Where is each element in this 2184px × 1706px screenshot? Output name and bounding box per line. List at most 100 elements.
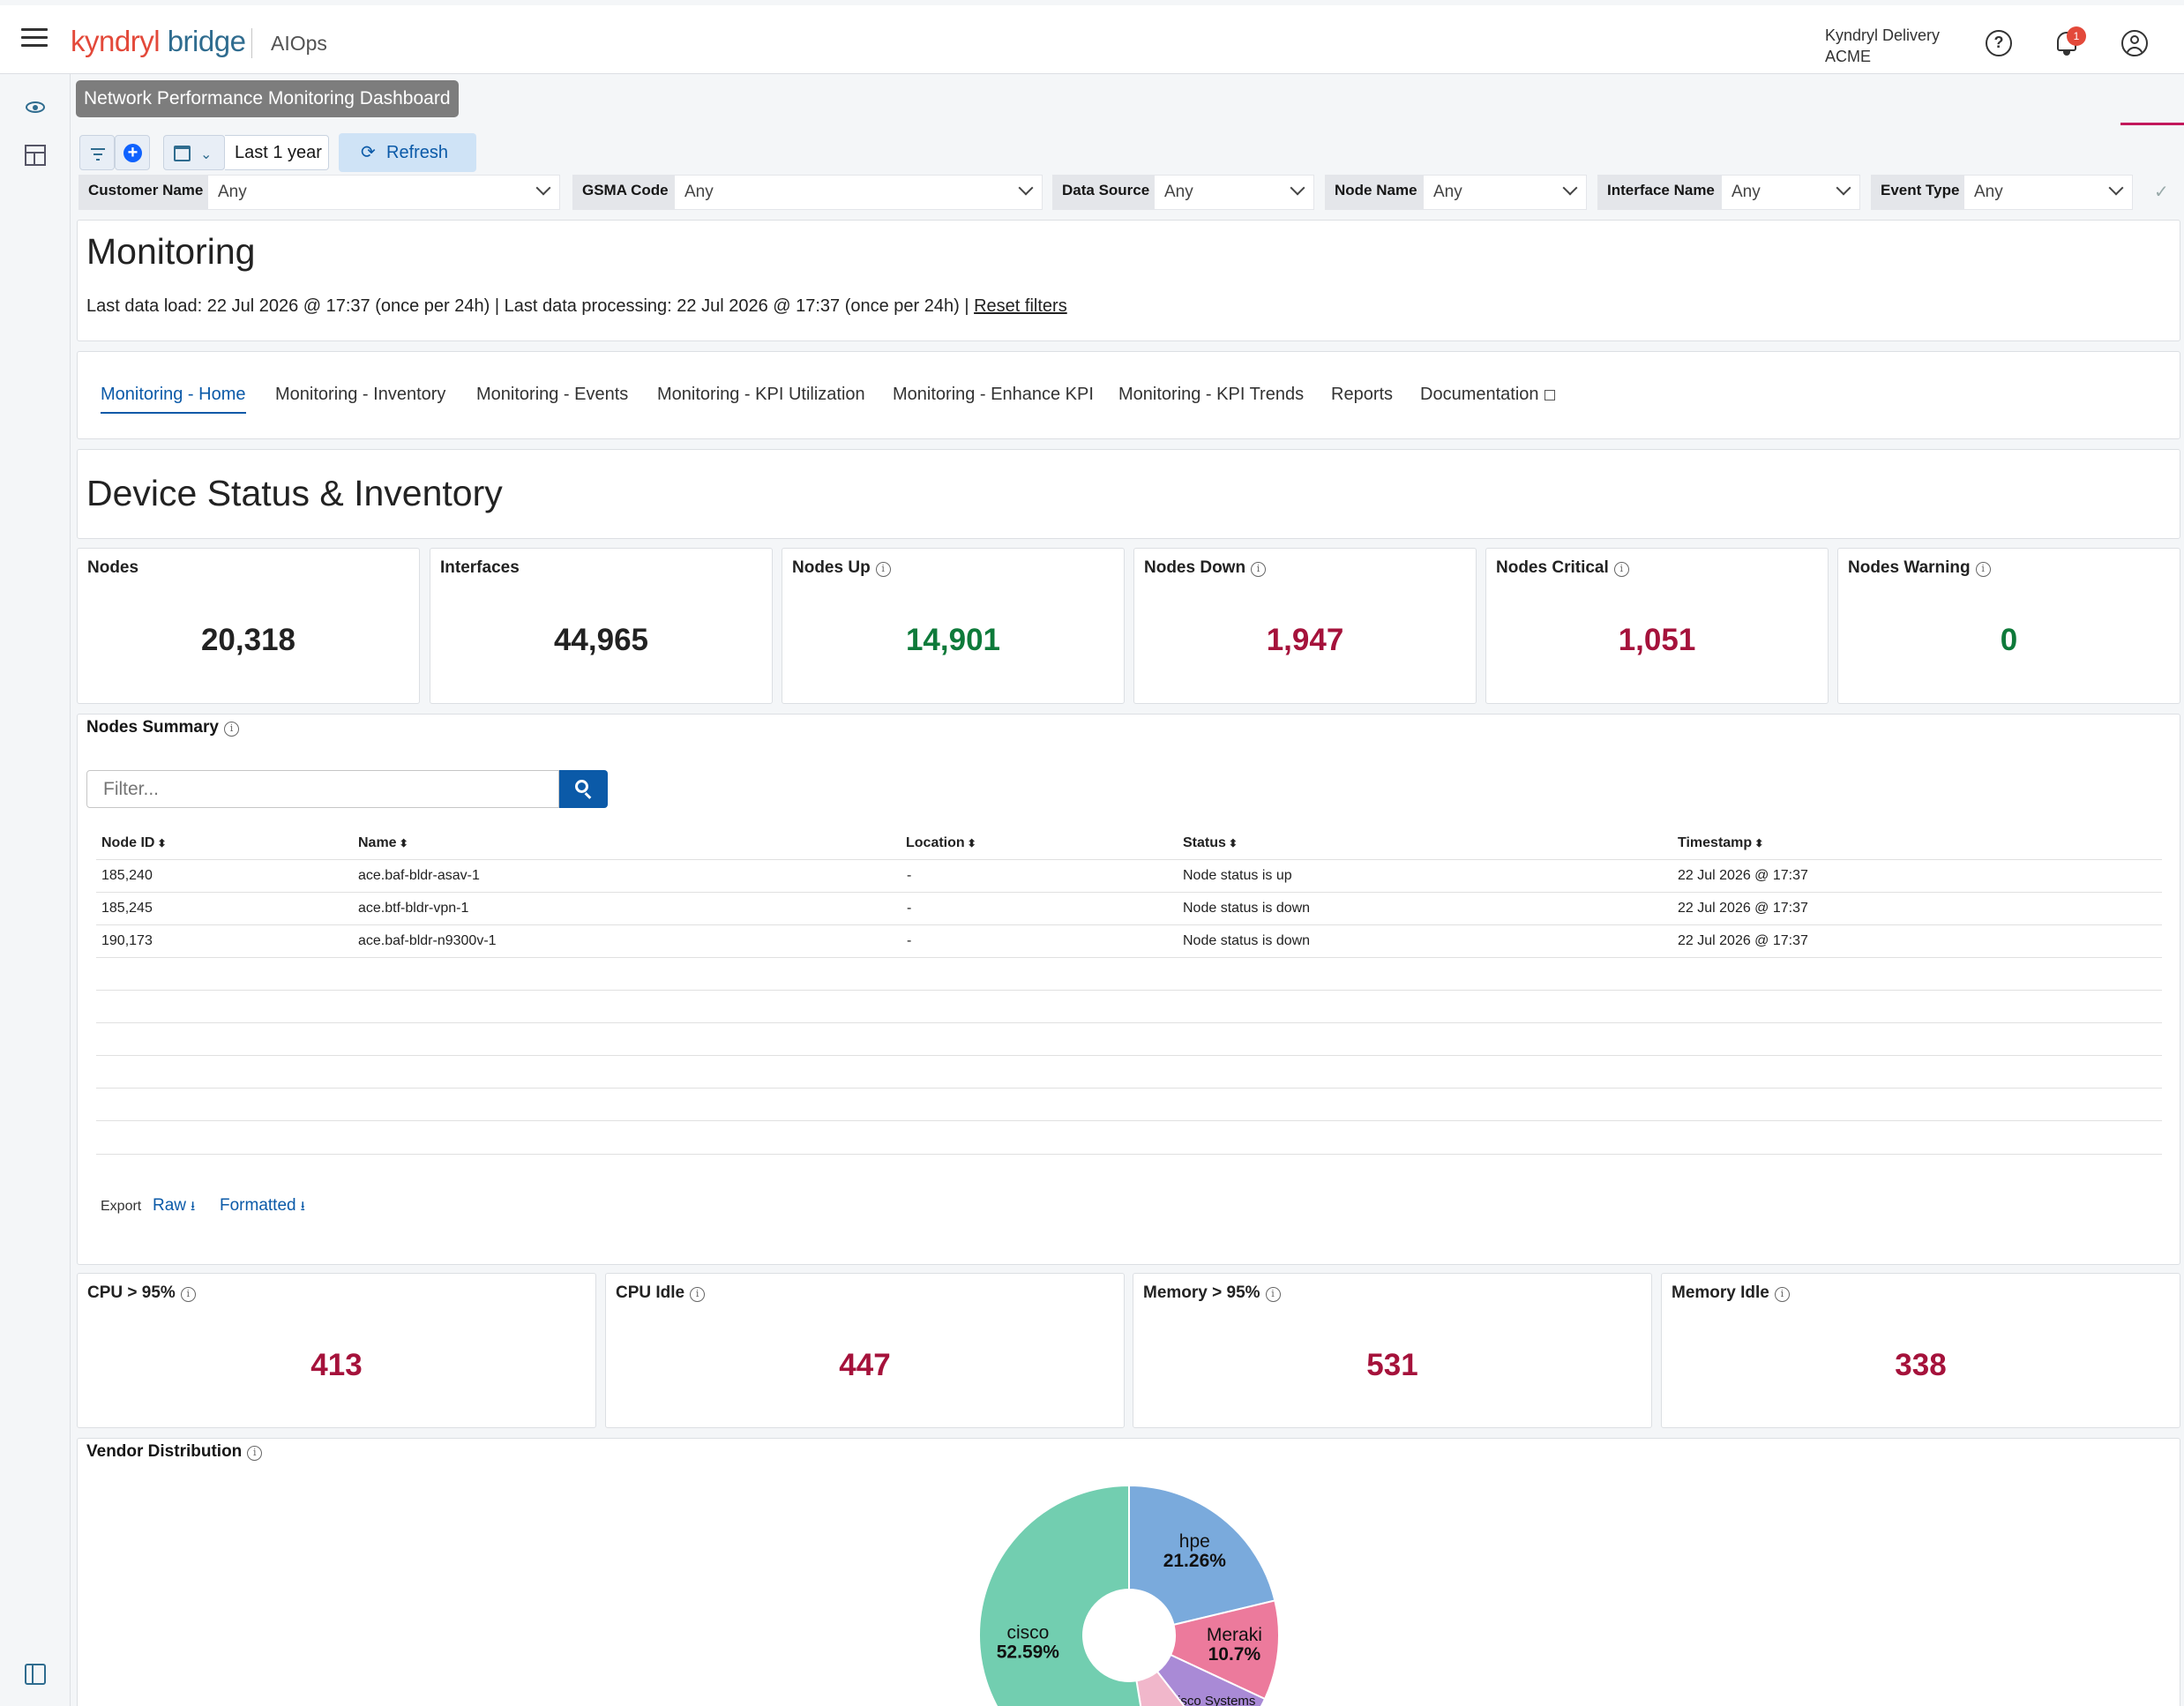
add-filter-button[interactable]: +	[115, 135, 150, 170]
pie-slice-cisco[interactable]	[978, 1484, 1154, 1706]
kpi-value: 44,965	[553, 623, 649, 657]
accent-line	[2120, 123, 2184, 125]
table-cell-timestamp: 22 Jul 2026 @ 17:37	[1678, 901, 1808, 916]
tab-monitoring-inventory[interactable]: Monitoring - Inventory	[275, 385, 445, 412]
table-empty-row-divider	[96, 1022, 2162, 1023]
kpi-value: 0	[2000, 623, 2018, 657]
filter-label-gsma-code: GSMA Code	[572, 175, 674, 210]
table-cell-location: -	[907, 901, 912, 916]
export-raw-link[interactable]: Raw ⭳	[153, 1196, 195, 1219]
kpi-label: Nodes Up i	[792, 558, 891, 578]
account-org: Kyndryl Delivery	[1825, 26, 1941, 44]
filter-label-data-source: Data Source	[1052, 175, 1154, 210]
time-range-selector[interactable]: Last 1 year	[225, 135, 329, 170]
table-cell-name: ace.baf-bldr-asav-1	[358, 868, 480, 883]
sort-icon: ⬍	[157, 837, 167, 849]
search-button[interactable]	[559, 770, 608, 808]
account-customer: ACME	[1825, 48, 1872, 65]
kpi-card-memory-idle: Memory Idle i 338	[1661, 1273, 2180, 1428]
kpi-label: Nodes Down i	[1144, 558, 1267, 578]
export-formatted-link[interactable]: Formatted ⭳	[220, 1196, 305, 1219]
kpi-value: 1,947	[1266, 623, 1344, 657]
vendor-pie-svg: hpe21.26%Meraki10.7%Cisco Systemscisco52…	[978, 1484, 1280, 1706]
tab-documentation[interactable]: Documentation	[1420, 385, 1555, 412]
info-icon[interactable]: i	[223, 722, 239, 737]
eye-icon[interactable]	[25, 97, 46, 118]
user-profile-icon[interactable]	[2121, 30, 2148, 56]
table-cell-timestamp: 22 Jul 2026 @ 17:37	[1678, 933, 1808, 948]
tab-monitoring-enhance-kpi[interactable]: Monitoring - Enhance KPI	[893, 385, 1094, 412]
column-header-name[interactable]: Name ⬍	[358, 835, 408, 851]
kpi-card-nodes: Nodes 20,318	[77, 548, 420, 704]
pie-label: hpe	[1179, 1531, 1210, 1552]
account-switcher[interactable]: Kyndryl Delivery ACME	[1825, 25, 1940, 67]
kpi-value: 1,051	[1618, 623, 1696, 657]
column-header-timestamp[interactable]: Timestamp ⬍	[1678, 835, 1763, 851]
kpi-card-memory-high: Memory > 95% i 531	[1133, 1273, 1652, 1428]
table-empty-row-divider	[96, 990, 2162, 991]
tab-reports[interactable]: Reports	[1331, 385, 1393, 412]
page-title: Monitoring	[86, 231, 256, 272]
table-filter-input[interactable]	[86, 770, 559, 808]
sort-icon: ⬍	[967, 837, 976, 849]
kpi-value: 338	[1895, 1348, 1947, 1382]
kpi-value: 20,318	[200, 623, 296, 657]
table-cell-status: Node status is up	[1183, 868, 1292, 883]
table-row-divider	[96, 892, 2162, 893]
filter-select-node-name[interactable]: Any	[1423, 175, 1587, 210]
tab-monitoring-kpi-trends[interactable]: Monitoring - KPI Trends	[1118, 385, 1304, 412]
info-icon[interactable]: i	[1613, 562, 1629, 577]
info-icon[interactable]: i	[875, 562, 891, 577]
info-icon[interactable]: i	[690, 1287, 706, 1302]
reset-filters-link[interactable]: Reset filters	[974, 296, 1067, 316]
kpi-label: Nodes Critical i	[1496, 558, 1629, 578]
kpi-value: 447	[839, 1348, 891, 1382]
kyndryl-bridge-logo[interactable]: kyndryl bridge	[71, 25, 246, 58]
date-picker-button[interactable]: ⌄	[163, 135, 225, 170]
tab-monitoring-kpi-utilization[interactable]: Monitoring - KPI Utilization	[657, 385, 865, 412]
left-rail	[0, 74, 71, 1706]
table-cell-status: Node status is down	[1183, 933, 1311, 948]
tab-monitoring-events[interactable]: Monitoring - Events	[476, 385, 628, 412]
table-cell-location: -	[907, 868, 912, 883]
pie-value-label: 52.59%	[997, 1642, 1060, 1662]
download-icon: ⭳	[191, 1199, 196, 1214]
filter-select-customer-name[interactable]: Any	[207, 175, 560, 210]
refresh-button[interactable]: ⟳ Refresh	[339, 133, 476, 172]
kpi-label: Nodes Warning i	[1848, 558, 1991, 578]
filter-select-gsma-code[interactable]: Any	[674, 175, 1043, 210]
pie-label: Meraki	[1207, 1625, 1262, 1645]
info-icon[interactable]: i	[1251, 562, 1267, 577]
info-icon[interactable]: i	[180, 1287, 196, 1302]
menu-icon[interactable]	[21, 28, 48, 51]
info-icon[interactable]: i	[1774, 1287, 1790, 1302]
table-cell-status: Node status is down	[1183, 901, 1311, 916]
info-icon[interactable]: i	[1265, 1287, 1281, 1302]
vendor-pie-chart: hpe 21.26% Meraki 10.7% Cisco Systems cisco 52…	[970, 1471, 1288, 1706]
kpi-value: 531	[1366, 1348, 1418, 1382]
kpi-label: Memory > 95% i	[1143, 1283, 1281, 1303]
table-row-divider	[96, 957, 2162, 958]
tab-monitoring-home[interactable]: Monitoring - Home	[101, 385, 246, 414]
filter-select-data-source[interactable]: Any	[1154, 175, 1314, 210]
column-header-node-id[interactable]: Node ID ⬍	[101, 835, 167, 851]
column-header-status[interactable]: Status ⬍	[1183, 835, 1238, 851]
pie-value-label: 10.7%	[1208, 1644, 1261, 1665]
kpi-card-nodes-up: Nodes Up i 14,901	[782, 548, 1125, 704]
info-icon[interactable]: i	[247, 1446, 263, 1461]
pie-value-label: 21.26%	[1163, 1551, 1227, 1571]
collapse-panel-icon[interactable]	[25, 1664, 46, 1685]
info-icon[interactable]: i	[1975, 562, 1991, 577]
help-icon[interactable]: ?	[1986, 30, 2012, 56]
column-header-location[interactable]: Location ⬍	[906, 835, 976, 851]
filter-toggle-button[interactable]	[79, 135, 115, 170]
kpi-value: 14,901	[905, 623, 1001, 657]
filter-label-event-type: Event Type	[1871, 175, 1971, 210]
filter-select-interface-name[interactable]: Any	[1721, 175, 1860, 210]
kpi-value: 413	[310, 1348, 363, 1382]
apply-filters-check-icon[interactable]: ✓	[2154, 181, 2169, 203]
filter-select-event-type[interactable]: Any	[1963, 175, 2133, 210]
kpi-label: CPU Idle i	[616, 1283, 706, 1303]
nodes-summary-title: Nodes Summary i	[86, 718, 239, 737]
dashboard-icon[interactable]	[25, 145, 46, 166]
